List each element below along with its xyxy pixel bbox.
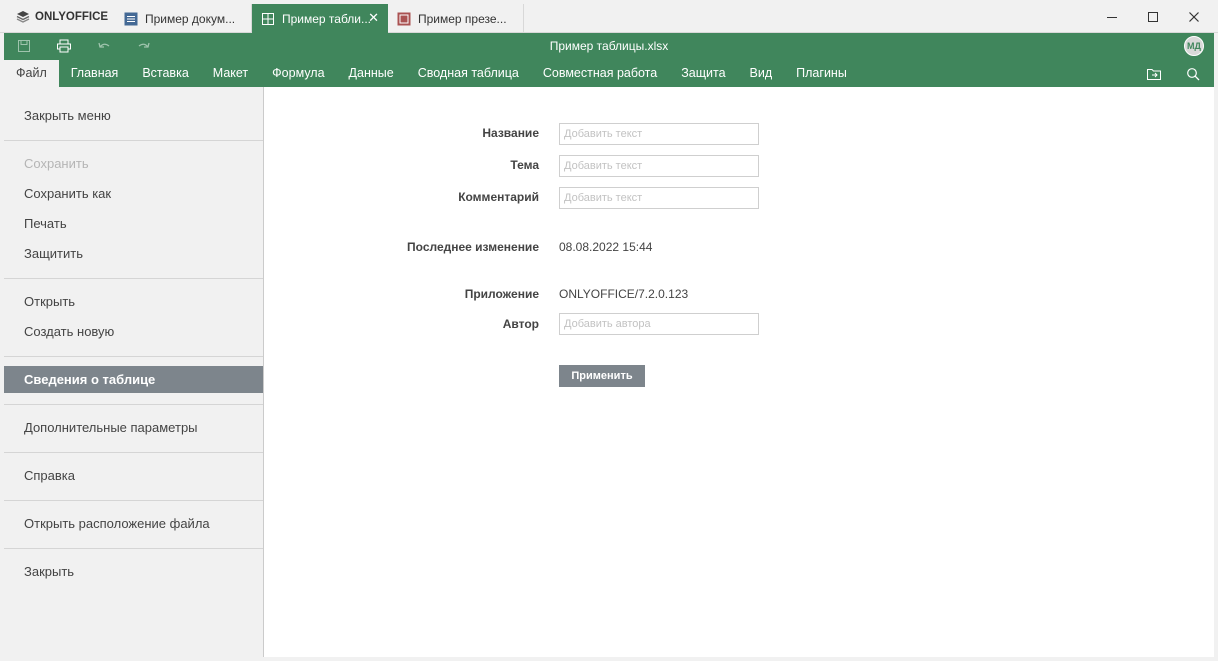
last-modified-value: 08.08.2022 15:44 — [559, 240, 653, 254]
comment-label: Комментарий — [458, 190, 539, 204]
tab-layout[interactable]: Макет — [201, 60, 260, 87]
tab-file[interactable]: Файл — [4, 60, 59, 87]
subject-field[interactable] — [559, 155, 759, 177]
minimize-icon[interactable] — [1102, 7, 1122, 27]
close-item[interactable]: Закрыть — [4, 558, 263, 585]
spreadsheet-info-panel: Название Тема Комментарий Последнее изме… — [264, 87, 1214, 657]
menu-divider — [4, 404, 263, 405]
maximize-icon[interactable] — [1143, 7, 1163, 27]
save-item[interactable]: Сохранить — [4, 150, 263, 177]
apply-button[interactable]: Применить — [559, 365, 645, 387]
print-item[interactable]: Печать — [4, 210, 263, 237]
open-file-location-icon[interactable] — [1145, 66, 1163, 82]
onlyoffice-logo-icon — [16, 11, 30, 23]
document-title: Пример таблицы.xlsx — [549, 39, 669, 53]
menu-divider — [4, 140, 263, 141]
application-value: ONLYOFFICE/7.2.0.123 — [559, 287, 689, 301]
menu-divider — [4, 356, 263, 357]
help-item[interactable]: Справка — [4, 462, 263, 489]
menu-divider — [4, 548, 263, 549]
application-label: Приложение — [464, 287, 539, 301]
spreadsheet-icon — [261, 12, 275, 26]
tab-collaboration[interactable]: Совместная работа — [531, 60, 669, 87]
editor-header: Пример таблицы.xlsx МД Файл Главная Вста… — [4, 33, 1214, 87]
tab-home[interactable]: Главная — [59, 60, 131, 87]
tab-spreadsheet[interactable]: Пример табли... ✕ — [252, 4, 388, 33]
search-icon[interactable] — [1184, 66, 1202, 82]
tab-close-icon[interactable]: ✕ — [368, 11, 379, 25]
window-bottom-border — [0, 657, 1218, 661]
last-modified-label: Последнее изменение — [407, 240, 539, 254]
author-field[interactable] — [559, 313, 759, 335]
tab-pivot-table[interactable]: Сводная таблица — [406, 60, 531, 87]
user-avatar[interactable]: МД — [1184, 36, 1204, 56]
menu-divider — [4, 278, 263, 279]
document-icon — [124, 12, 138, 26]
title-label: Название — [482, 126, 539, 140]
tab-plugins[interactable]: Плагины — [784, 60, 859, 87]
ribbon-tabs: Файл Главная Вставка Макет Формула Данны… — [4, 60, 859, 87]
tab-label: Пример докум... — [145, 11, 236, 26]
tab-presentation[interactable]: Пример презе... — [388, 4, 524, 33]
app-logo[interactable]: ONLYOFFICE — [16, 10, 108, 24]
tab-protection[interactable]: Защита — [669, 60, 737, 87]
save-as-item[interactable]: Сохранить как — [4, 180, 263, 207]
menu-divider — [4, 500, 263, 501]
author-label: Автор — [502, 317, 539, 331]
tab-view[interactable]: Вид — [738, 60, 785, 87]
open-item[interactable]: Открыть — [4, 288, 263, 315]
presentation-icon — [397, 12, 411, 26]
tab-document[interactable]: Пример докум... — [115, 4, 252, 33]
app-brand: ONLYOFFICE — [35, 11, 109, 23]
open-file-location-item[interactable]: Открыть расположение файла — [4, 510, 263, 537]
subject-label: Тема — [510, 158, 539, 172]
spreadsheet-info-item[interactable]: Сведения о таблице — [4, 366, 263, 393]
tab-insert[interactable]: Вставка — [130, 60, 200, 87]
file-menu: Закрыть меню Сохранить Сохранить как Печ… — [4, 87, 264, 657]
window-titlebar: ONLYOFFICE Пример докум... Пример табли.… — [0, 0, 1218, 33]
tab-label: Пример презе... — [418, 11, 507, 26]
tab-label: Пример табли... — [282, 11, 372, 26]
advanced-settings-item[interactable]: Дополнительные параметры — [4, 414, 263, 441]
tab-formula[interactable]: Формула — [260, 60, 336, 87]
close-menu-item[interactable]: Закрыть меню — [4, 102, 263, 129]
protect-item[interactable]: Защитить — [4, 240, 263, 267]
comment-field[interactable] — [559, 187, 759, 209]
close-icon[interactable] — [1184, 7, 1204, 27]
menu-divider — [4, 452, 263, 453]
tab-data[interactable]: Данные — [337, 60, 406, 87]
create-new-item[interactable]: Создать новую — [4, 318, 263, 345]
title-field[interactable] — [559, 123, 759, 145]
